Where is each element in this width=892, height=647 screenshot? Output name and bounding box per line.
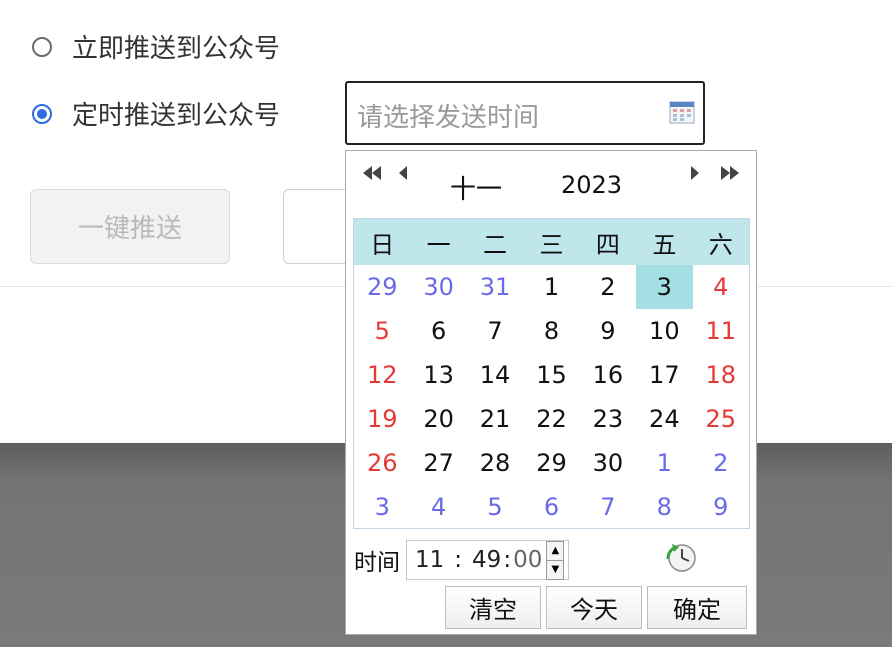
time-spinner[interactable]: ▲ ▼ [546,540,565,580]
calendar-day[interactable]: 11 [693,309,749,353]
today-button[interactable]: 今天 [546,586,642,629]
calendar-day[interactable]: 22 [523,397,579,441]
spin-up-icon[interactable]: ▲ [547,541,564,560]
calendar-day[interactable]: 27 [410,441,466,485]
clear-button[interactable]: 清空 [445,586,541,629]
weekday-label: 日 [354,219,411,265]
send-time-input[interactable]: 请选择发送时间 [345,81,705,145]
month-label[interactable]: 十一 [450,169,502,206]
calendar-day[interactable]: 30 [580,441,636,485]
calendar-day[interactable]: 2 [580,265,636,309]
calendar-day[interactable]: 21 [467,397,523,441]
second-value[interactable]: 00 [513,547,542,573]
calendar-day[interactable]: 7 [580,485,636,529]
calendar-day[interactable]: 7 [467,309,523,353]
calendar-week-row: 19 20 21 22 23 24 25 [354,397,749,441]
weekday-label: 三 [523,219,580,265]
calendar-day[interactable]: 29 [523,441,579,485]
calendar-week-row: 3456789 [354,485,749,529]
calendar-day[interactable]: 8 [523,309,579,353]
calendar-day[interactable]: 10 [636,309,692,353]
calendar-day[interactable]: 1 [523,265,579,309]
calendar-day[interactable]: 5 [354,309,410,353]
calendar-week-row: 5 6 7 8 9 10 11 [354,309,749,353]
send-time-placeholder: 请选择发送时间 [357,103,540,133]
calendar-day[interactable]: 1 [636,441,692,485]
calendar-day[interactable]: 31 [467,265,523,309]
date-picker-nav: 十一 2023 [346,151,756,217]
weekday-label: 一 [410,219,467,265]
calendar-day-selected[interactable]: 3 [636,265,693,309]
calendar-day[interactable]: 24 [636,397,692,441]
radio-immediate[interactable] [32,36,52,57]
minute-value[interactable]: 49 [472,547,501,573]
calendar-day[interactable]: 2 [693,441,749,485]
calendar-day[interactable]: 5 [467,485,523,529]
calendar-day[interactable]: 9 [580,309,636,353]
radio-scheduled-label[interactable]: 定时推送到公众号 [72,95,280,132]
time-separator: : [454,547,463,573]
radio-row-immediate[interactable]: 立即推送到公众号 [32,28,280,65]
confirm-button[interactable]: 确定 [647,586,747,629]
next-month-icon[interactable] [688,163,702,188]
calendar-day[interactable]: 19 [354,397,410,441]
weekday-label: 四 [579,219,637,265]
calendar-day[interactable]: 9 [693,485,749,529]
spin-down-icon[interactable]: ▼ [547,559,564,579]
date-picker-popup: 十一 2023 日 一 二 三 四 五 六 29 30 31 1 2 3 4 5 6 7 8 9 10 1… [345,150,757,635]
weekday-header-row: 日 一 二 三 四 五 六 [354,219,749,265]
date-picker-actions: 清空 今天 确定 [445,586,747,629]
calendar-day[interactable]: 20 [410,397,466,441]
push-now-button[interactable]: 一键推送 [30,189,230,264]
calendar-day[interactable]: 16 [580,353,636,397]
time-separator: : [503,547,512,573]
clock-reset-icon[interactable] [664,541,698,575]
calendar-day[interactable]: 23 [580,397,636,441]
calendar-week-row: 29 30 31 1 2 3 4 [354,265,749,309]
calendar-day[interactable]: 6 [410,309,466,353]
calendar-day[interactable]: 4 [693,265,749,309]
weekday-label: 六 [692,219,749,265]
next-year-icon[interactable] [718,163,742,188]
calendar-day[interactable]: 28 [467,441,523,485]
time-row: 时间 11 : 49 : 00 ▲ ▼ [354,539,570,581]
calendar-day[interactable]: 4 [410,485,466,529]
radio-scheduled[interactable] [32,103,52,124]
calendar-day[interactable]: 29 [354,265,410,309]
calendar-day[interactable]: 25 [693,397,749,441]
calendar-day[interactable]: 26 [354,441,410,485]
radio-row-scheduled[interactable]: 定时推送到公众号 [32,95,280,132]
prev-year-icon[interactable] [360,163,384,188]
hour-value[interactable]: 11 [415,547,444,573]
year-label[interactable]: 2023 [561,171,622,199]
calendar-day[interactable]: 12 [354,353,410,397]
calendar-grid: 日 一 二 三 四 五 六 29 30 31 1 2 3 4 5 6 7 8 9 10 11 12 13 14 1… [353,218,750,529]
calendar-icon[interactable] [669,100,695,124]
calendar-day[interactable]: 14 [467,353,523,397]
calendar-day[interactable]: 15 [523,353,579,397]
prev-month-icon[interactable] [396,163,410,188]
radio-immediate-label[interactable]: 立即推送到公众号 [72,28,280,65]
calendar-day[interactable]: 6 [523,485,579,529]
calendar-day[interactable]: 8 [636,485,692,529]
calendar-day[interactable]: 18 [693,353,749,397]
time-field[interactable]: 11 : 49 : 00 ▲ ▼ [406,540,570,580]
calendar-day[interactable]: 17 [636,353,692,397]
calendar-week-row: 26 27 28 29 30 1 2 [354,441,749,485]
calendar-day[interactable]: 13 [410,353,466,397]
calendar-week-row: 12 13 14 15 16 17 18 [354,353,749,397]
time-label: 时间 [354,550,400,576]
weekday-label: 五 [636,219,693,265]
weekday-label: 二 [466,219,524,265]
calendar-day[interactable]: 30 [410,265,466,309]
calendar-day[interactable]: 3 [354,485,410,529]
